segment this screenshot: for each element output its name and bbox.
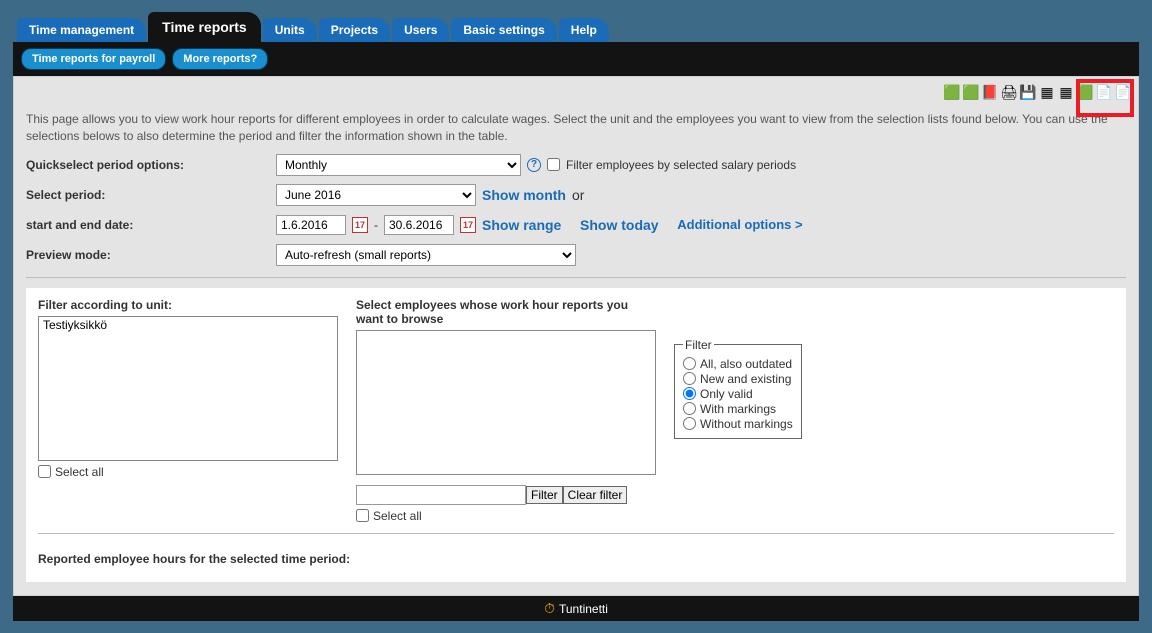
radio-with-markings[interactable] [683, 402, 696, 415]
sub-navbar: Time reports for payroll More reports? [13, 42, 1139, 76]
reported-heading: Reported employee hours for the selected… [38, 552, 1114, 566]
filter-button[interactable]: Filter [526, 486, 563, 504]
radio-new-existing[interactable] [683, 372, 696, 385]
divider [26, 277, 1126, 278]
export-toolbar: 🟩 🟩 📕 🖨 💾 ▦ ▦ 🟩 📄 📄 [14, 77, 1138, 103]
radio-label: Only valid [700, 387, 753, 401]
show-range-link[interactable]: Show range [482, 217, 561, 233]
main-panel: 🟩 🟩 📕 🖨 💾 ▦ ▦ 🟩 📄 📄 This page allows you… [13, 76, 1139, 596]
unit-selectall-label: Select all [55, 465, 104, 479]
excel-batch-icon[interactable]: 🟩 [1076, 83, 1094, 101]
employee-listbox[interactable] [356, 330, 656, 475]
radio-all-outdated[interactable] [683, 357, 696, 370]
radio-label: Without markings [700, 417, 793, 431]
show-today-link[interactable]: Show today [580, 217, 659, 233]
filter-salary-label: Filter employees by selected salary peri… [566, 158, 796, 172]
intro-text: This page allows you to view work hour r… [26, 111, 1126, 145]
main-tabs: Time management Time reports Units Proje… [13, 12, 1139, 42]
pdf-export-icon[interactable]: 📕 [981, 83, 999, 101]
radio-label: New and existing [700, 372, 791, 386]
calendar-icon[interactable]: 17 [460, 217, 476, 233]
print-icon[interactable]: 🖨 [1000, 83, 1018, 101]
clear-filter-button[interactable]: Clear filter [563, 486, 628, 504]
grid-icon[interactable]: ▦ [1038, 83, 1056, 101]
footer-brand: Tuntinetti [559, 602, 608, 616]
excel-export-icon[interactable]: 🟩 [943, 83, 961, 101]
xml-export-icon[interactable]: 📄 [1114, 83, 1132, 101]
tab-users[interactable]: Users [392, 18, 449, 42]
pill-more-reports[interactable]: More reports? [172, 48, 268, 70]
unit-listbox[interactable]: Testiyksikkö [38, 316, 338, 461]
tab-units[interactable]: Units [263, 18, 317, 42]
unit-filter-label: Filter according to unit: [38, 298, 338, 312]
unit-selectall-checkbox[interactable] [38, 465, 51, 478]
preview-mode-select[interactable]: Auto-refresh (small reports) [276, 244, 576, 266]
filters-panel: Filter according to unit: Testiyksikkö S… [26, 288, 1126, 582]
filter-legend: Filter [683, 338, 714, 352]
select-period-label: Select period: [26, 188, 276, 202]
employee-filter-label: Select employees whose work hour reports… [356, 298, 656, 326]
footer: ⏱ Tuntinetti [13, 596, 1139, 621]
filter-radio-group: Filter All, also outdated New and existi… [674, 338, 802, 439]
dash: - [374, 218, 378, 232]
help-icon[interactable]: ? [527, 158, 541, 172]
radio-without-markings[interactable] [683, 417, 696, 430]
tab-help[interactable]: Help [559, 18, 609, 42]
clock-icon: ⏱ [544, 600, 555, 617]
tab-basic-settings[interactable]: Basic settings [451, 18, 556, 42]
save-icon[interactable]: 💾 [1019, 83, 1037, 101]
excel-export2-icon[interactable]: 🟩 [962, 83, 980, 101]
show-month-link[interactable]: Show month [482, 187, 566, 203]
pill-time-reports-payroll[interactable]: Time reports for payroll [21, 48, 166, 70]
or-text: or [572, 187, 584, 203]
start-end-label: start and end date: [26, 218, 276, 232]
divider [38, 533, 1114, 534]
radio-label: With markings [700, 402, 776, 416]
list-item[interactable]: Testiyksikkö [39, 317, 337, 333]
filter-salary-checkbox[interactable] [547, 158, 560, 171]
tab-time-reports[interactable]: Time reports [148, 12, 261, 42]
end-date-input[interactable] [384, 215, 454, 235]
radio-only-valid[interactable] [683, 387, 696, 400]
tab-time-management[interactable]: Time management [17, 18, 146, 42]
start-date-input[interactable] [276, 215, 346, 235]
quickselect-select[interactable]: Monthly [276, 154, 521, 176]
employee-selectall-checkbox[interactable] [356, 509, 369, 522]
employee-filter-input[interactable] [356, 485, 526, 505]
tab-projects[interactable]: Projects [319, 18, 390, 42]
employee-selectall-label: Select all [373, 509, 422, 523]
calendar-icon[interactable]: 17 [352, 217, 368, 233]
radio-label: All, also outdated [700, 357, 792, 371]
grid2-icon[interactable]: ▦ [1057, 83, 1075, 101]
quickselect-label: Quickselect period options: [26, 158, 276, 172]
csv-export-icon[interactable]: 📄 [1095, 83, 1113, 101]
period-select[interactable]: June 2016 [276, 184, 476, 206]
preview-mode-label: Preview mode: [26, 248, 276, 262]
additional-options-link[interactable]: Additional options > [677, 217, 802, 232]
